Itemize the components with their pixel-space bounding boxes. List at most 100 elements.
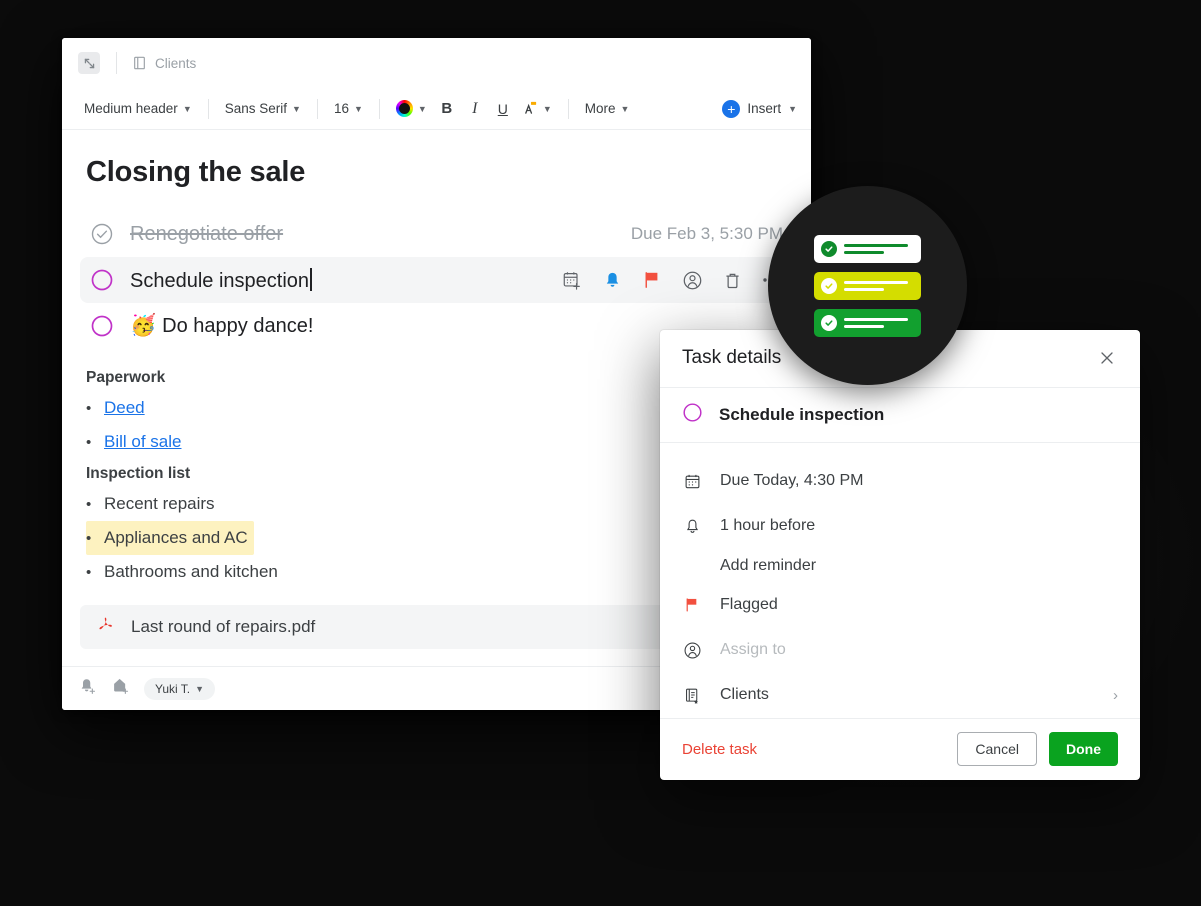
checkbox-empty-icon[interactable]	[90, 314, 114, 338]
panel-task-name: Schedule inspection	[719, 404, 885, 424]
chevron-down-icon: ▼	[542, 104, 552, 114]
panel-body: Due Today, 4:30 PM 1 hour before Add rem…	[660, 443, 1140, 718]
underline-button[interactable]: U	[489, 95, 517, 123]
bullet-icon: •	[86, 433, 92, 451]
flag-icon[interactable]	[641, 269, 663, 291]
close-icon[interactable]	[1096, 347, 1118, 369]
bell-icon[interactable]	[601, 269, 623, 291]
badge-task-lines	[844, 280, 908, 291]
titlebar-divider	[116, 52, 117, 74]
paragraph-style-dropdown[interactable]: Medium header ▼	[78, 97, 198, 120]
bold-button[interactable]: B	[433, 95, 461, 123]
assign-label: Assign to	[720, 641, 786, 659]
text-cursor	[310, 267, 312, 291]
checkbox-empty-icon[interactable]	[682, 402, 703, 428]
panel-row-flag[interactable]: Flagged	[682, 583, 1118, 628]
link-bill-of-sale[interactable]: Bill of sale	[104, 432, 181, 452]
panel-footer: Delete task Cancel Done	[660, 717, 1140, 780]
chevron-right-icon[interactable]: ›	[1113, 687, 1118, 704]
add-reminder-icon[interactable]	[78, 677, 97, 701]
paragraph-style-label: Medium header	[84, 101, 178, 116]
more-dropdown[interactable]: More ▼	[579, 97, 636, 120]
panel-action-buttons: Cancel Done	[957, 732, 1118, 767]
calendar-add-icon[interactable]	[561, 269, 583, 291]
calendar-icon	[682, 473, 702, 490]
italic-button[interactable]: I	[461, 95, 489, 123]
checkbox-checked-icon[interactable]	[90, 222, 114, 246]
bullet-icon: •	[86, 529, 92, 547]
bell-icon	[682, 518, 702, 535]
chevron-down-icon: ▼	[788, 104, 797, 114]
toolbar-divider	[567, 98, 569, 119]
assign-person-icon[interactable]	[681, 269, 703, 291]
highlight-pen-icon	[523, 100, 538, 118]
text-color-dropdown[interactable]: ▼	[390, 96, 433, 121]
toolbar-divider	[207, 98, 209, 119]
badge-task-row	[814, 234, 921, 263]
panel-row-assign[interactable]: Assign to	[682, 628, 1118, 673]
task-row-selected[interactable]: Schedule inspection	[80, 257, 793, 303]
user-chip-label: Yuki T.	[155, 681, 191, 696]
trash-icon[interactable]	[721, 269, 743, 291]
chevron-down-icon: ▼	[353, 104, 363, 114]
font-size-dropdown[interactable]: 16 ▼	[328, 97, 369, 120]
notebook-icon	[682, 687, 702, 704]
task-title: Do happy dance!	[162, 315, 314, 337]
flag-label: Flagged	[720, 596, 778, 614]
text-color-icon	[395, 100, 413, 117]
tab-label: Clients	[155, 55, 197, 71]
insert-button[interactable]: + Insert ▼	[722, 99, 797, 118]
task-row[interactable]: Renegotiate offer Due Feb 3, 5:30 PM	[80, 211, 793, 257]
font-size-label: 16	[333, 101, 349, 116]
chevron-down-icon: ▼	[182, 104, 192, 114]
font-family-dropdown[interactable]: Sans Serif ▼	[219, 97, 307, 120]
reminder-label: 1 hour before	[720, 517, 816, 535]
task-due-date: Due Feb 3, 5:30 PM	[630, 224, 783, 243]
link-deed[interactable]: Deed	[104, 398, 145, 418]
task-action-icons	[561, 269, 783, 291]
toolbar-divider	[378, 98, 380, 119]
badge-task-lines	[844, 243, 908, 254]
panel-row-notebook[interactable]: Clients ›	[682, 673, 1118, 718]
bullet-icon: •	[86, 399, 92, 417]
chevron-down-icon: ▼	[620, 104, 630, 114]
pdf-icon	[96, 615, 115, 640]
font-family-label: Sans Serif	[224, 101, 288, 116]
panel-row-due-date[interactable]: Due Today, 4:30 PM	[682, 459, 1118, 504]
badge-task-lines	[844, 317, 908, 328]
panel-task-row[interactable]: Schedule inspection	[660, 388, 1140, 443]
check-circle-icon	[821, 240, 837, 257]
checkbox-empty-icon[interactable]	[90, 268, 114, 292]
chevron-down-icon: ▼	[417, 104, 427, 114]
cancel-button[interactable]: Cancel	[957, 732, 1037, 767]
insert-label: Insert	[747, 101, 782, 116]
list-item-highlighted: • Appliances and AC	[86, 521, 254, 555]
user-chip[interactable]: Yuki T. ▼	[144, 677, 216, 700]
highlight-dropdown[interactable]: ▼	[517, 96, 558, 122]
window-titlebar: Clients	[62, 38, 811, 88]
panel-row-reminder[interactable]: 1 hour before	[682, 504, 1118, 549]
task-title: Renegotiate offer	[130, 222, 284, 245]
check-circle-icon	[821, 314, 837, 331]
badge-task-row	[814, 271, 921, 300]
done-button[interactable]: Done	[1049, 732, 1118, 767]
toolbar-divider	[316, 98, 318, 119]
page-title: Closing the sale	[86, 156, 306, 188]
collapse-arrows-icon[interactable]	[78, 52, 100, 74]
formatting-toolbar: Medium header ▼ Sans Serif ▼ 16 ▼ ▼ B I …	[62, 88, 811, 130]
assign-person-icon	[682, 641, 702, 660]
screenshot-stage: Clients Medium header ▼ Sans Serif ▼ 16 …	[0, 0, 1201, 906]
add-tag-icon[interactable]	[111, 677, 130, 701]
list-item-label: Appliances and AC	[104, 528, 248, 547]
delete-task-button[interactable]: Delete task	[682, 741, 757, 758]
notebook-label: Clients	[720, 686, 769, 704]
add-reminder-link[interactable]: Add reminder	[682, 549, 1118, 583]
attachment-name: Last round of repairs.pdf	[131, 617, 316, 636]
tab-clients[interactable]: Clients	[133, 56, 196, 71]
task-title: Schedule inspection	[130, 269, 310, 292]
chevron-down-icon: ▼	[292, 104, 301, 114]
bullet-icon: •	[86, 563, 92, 581]
tasks-feature-badge	[768, 186, 967, 385]
party-face-emoji: 🥳	[130, 314, 157, 337]
panel-title: Task details	[682, 347, 782, 369]
